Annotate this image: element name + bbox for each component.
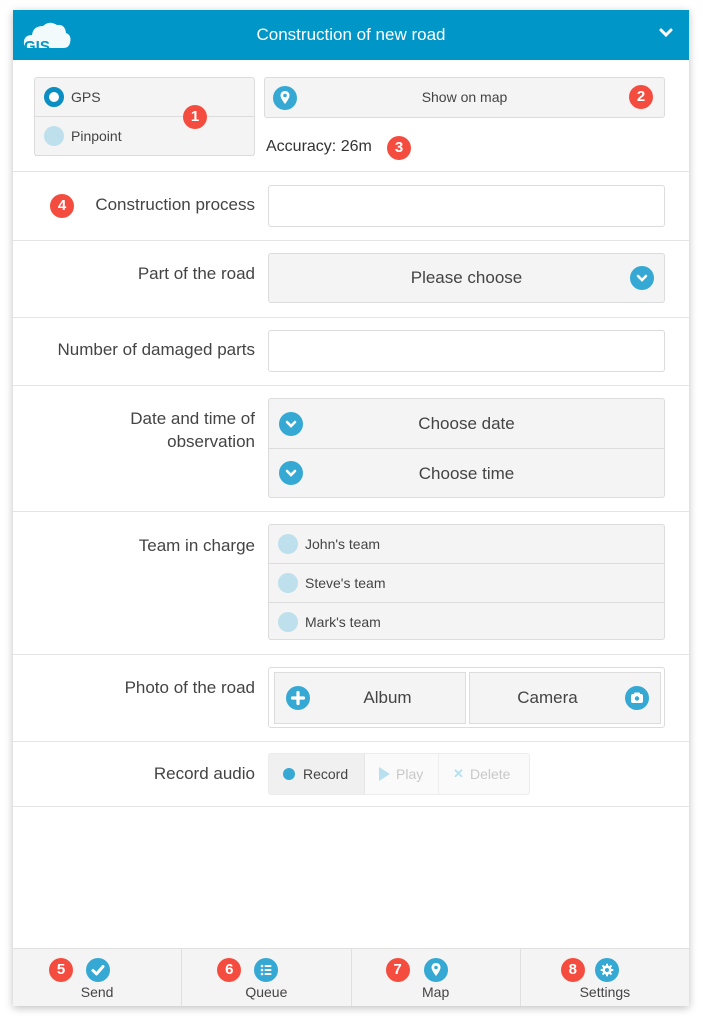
radio-gps-label: GPS — [71, 89, 101, 105]
record-button[interactable]: Record — [269, 754, 365, 794]
album-label: Album — [363, 688, 412, 707]
record-dot-icon — [283, 768, 295, 780]
choose-date-button[interactable]: Choose date — [269, 399, 664, 449]
part-of-road-value: Please choose — [410, 268, 523, 287]
list-icon — [254, 958, 279, 982]
chevron-down-icon — [630, 266, 654, 290]
tab-queue-label: Queue — [245, 984, 288, 1000]
accuracy-text: Accuracy: 26m — [266, 138, 372, 155]
tab-settings-label: Settings — [579, 984, 631, 1000]
date-time-label-line2: observation — [167, 432, 255, 451]
play-button[interactable]: Play — [365, 754, 439, 794]
team-option-label: Steve's team — [305, 575, 386, 591]
annotation-badge-7: 7 — [385, 958, 410, 982]
gear-icon — [594, 958, 619, 982]
team-label: Team in charge — [138, 536, 255, 555]
date-time-label: Date and time of observation — [130, 407, 255, 453]
radio-unselected-icon — [278, 534, 298, 554]
date-time-label-line1: Date and time of — [130, 409, 255, 428]
audio-label: Record audio — [153, 764, 255, 783]
annotation-badge-4: 4 — [50, 194, 74, 218]
tab-map[interactable]: 7 Map — [352, 949, 521, 1006]
choose-date-label: Choose date — [418, 414, 515, 433]
damaged-parts-row: Number of damaged parts — [13, 318, 689, 386]
team-row: Team in charge John's team Steve's team … — [13, 512, 689, 655]
choose-time-label: Choose time — [418, 464, 515, 483]
play-icon — [379, 767, 390, 781]
radio-team-steve[interactable]: Steve's team — [269, 564, 664, 603]
radio-team-mark[interactable]: Mark's team — [269, 603, 664, 641]
plus-icon — [286, 686, 310, 710]
bottom-tab-bar: 5 Send 6 Queue 7 Map 8 Settings — [13, 948, 689, 1006]
radio-unselected-icon — [44, 126, 64, 146]
part-of-road-row: Part of the road Please choose — [13, 241, 689, 318]
tab-queue[interactable]: 6 Queue — [182, 949, 352, 1006]
delete-label: Delete — [470, 766, 511, 782]
tab-send[interactable]: 5 Send — [13, 949, 183, 1006]
team-option-label: Mark's team — [305, 614, 381, 630]
photo-button-group: Album Camera — [268, 667, 665, 728]
location-mode-radio-group: GPS Pinpoint 1 — [34, 77, 255, 156]
construction-process-input[interactable] — [268, 185, 665, 227]
tab-send-label: Send — [80, 984, 114, 1000]
photo-label: Photo of the road — [124, 678, 255, 697]
page-title: Construction of new road — [256, 25, 446, 44]
camera-label: Camera — [517, 688, 578, 707]
app-window: GIS Construction of new road GPS Pinpoin… — [13, 10, 689, 1006]
radio-selected-icon — [44, 87, 64, 107]
tab-settings[interactable]: 8 Settings — [521, 949, 689, 1006]
annotation-badge-3: 3 — [387, 136, 411, 160]
part-of-road-label: Part of the road — [137, 264, 255, 283]
annotation-badge-5: 5 — [49, 958, 73, 982]
choose-time-button[interactable]: Choose time — [269, 449, 664, 498]
date-time-row: Date and time of observation Choose date … — [13, 386, 689, 512]
map-pin-icon — [423, 958, 448, 982]
audio-controls: Record Play ✕ Delete — [268, 753, 530, 795]
delete-button[interactable]: ✕ Delete — [439, 754, 529, 794]
radio-unselected-icon — [278, 612, 298, 632]
close-icon: ✕ — [453, 766, 464, 781]
radio-team-john[interactable]: John's team — [269, 525, 664, 564]
show-on-map-button[interactable]: Show on map 2 — [264, 77, 665, 118]
construction-process-label: Construction process — [95, 195, 255, 214]
camera-icon — [625, 686, 649, 710]
header-bar: GIS Construction of new road — [13, 10, 689, 60]
annotation-badge-2: 2 — [629, 85, 653, 109]
tab-map-label: Map — [422, 984, 450, 1000]
record-label: Record — [303, 766, 349, 782]
location-row: GPS Pinpoint 1 Show on map 2 Accuracy: 2… — [13, 60, 689, 172]
album-button[interactable]: Album — [274, 672, 466, 724]
team-option-label: John's team — [305, 536, 381, 552]
annotation-badge-8: 8 — [560, 958, 585, 982]
date-time-group: Choose date Choose time — [268, 398, 665, 498]
part-of-road-select[interactable]: Please choose — [268, 253, 665, 303]
damaged-parts-input[interactable] — [268, 330, 665, 372]
radio-pinpoint-label: Pinpoint — [71, 128, 122, 144]
radio-unselected-icon — [278, 573, 298, 593]
annotation-badge-1: 1 — [183, 105, 207, 129]
audio-row: Record audio Record Play ✕ Delete — [13, 742, 689, 807]
camera-button[interactable]: Camera — [469, 672, 661, 724]
check-icon — [86, 958, 110, 982]
play-label: Play — [396, 766, 424, 782]
construction-process-row: 4 Construction process — [13, 172, 689, 241]
photo-row: Photo of the road Album Camera — [13, 655, 689, 742]
annotation-badge-6: 6 — [217, 958, 242, 982]
radio-pinpoint[interactable]: Pinpoint — [35, 117, 254, 156]
damaged-parts-label: Number of damaged parts — [57, 340, 256, 359]
radio-gps[interactable]: GPS — [35, 78, 254, 117]
chevron-down-icon[interactable] — [657, 24, 675, 42]
team-radio-group: John's team Steve's team Mark's team — [268, 524, 665, 640]
show-on-map-label: Show on map — [421, 89, 508, 105]
